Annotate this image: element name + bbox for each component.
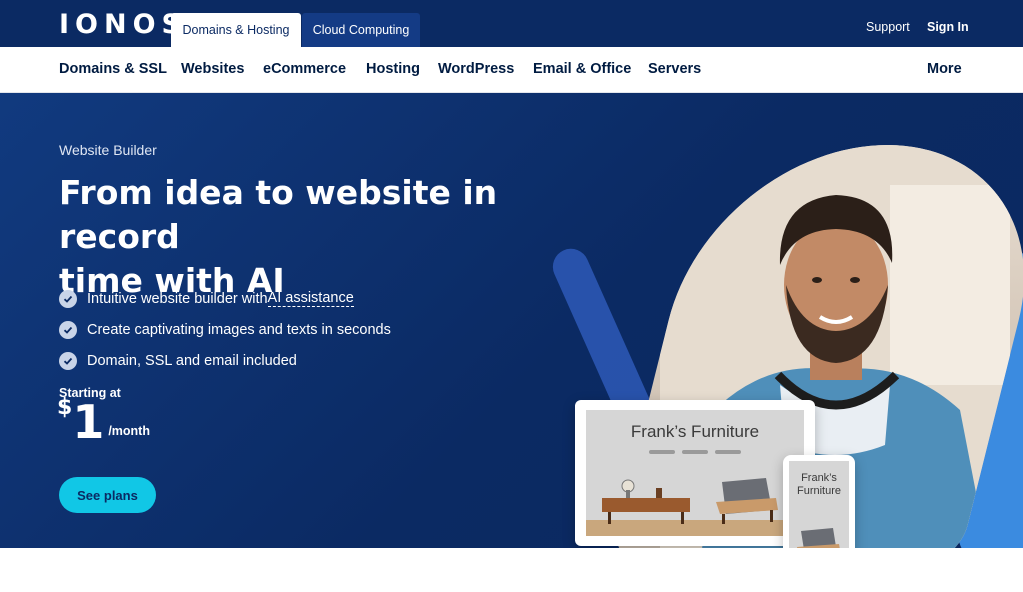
ai-assistance-link[interactable]: AI assistance [267,290,354,307]
feature-text: Create captivating images and texts in s… [87,321,391,338]
check-icon [59,320,77,339]
see-plans-button[interactable]: See plans [59,477,156,513]
tab-domains-hosting[interactable]: Domains & Hosting [171,13,301,47]
feature-item: Domain, SSL and email included [59,345,391,376]
furniture-scene [586,450,804,536]
ionos-logo[interactable]: IONOS [59,9,187,40]
nav-wordpress[interactable]: WordPress [438,61,514,77]
top-bar: IONOS Domains & Hosting Cloud Computing … [0,0,1023,47]
check-icon [59,289,77,308]
feature-text: Domain, SSL and email included [87,352,297,369]
feature-item: Intuitive website builder with AI assist… [59,283,391,314]
phone-screen: Frank’s Furniture [789,461,849,548]
sign-in-link[interactable]: Sign In [927,20,969,34]
price-amount: 1 [72,395,105,449]
laptop-mockup: Frank’s Furniture [575,400,815,546]
price: $ 1 /month [57,395,150,448]
phone-furniture-scene [797,528,840,548]
feature-list: Intuitive website builder with AI assist… [59,283,391,376]
main-nav: Domains & SSL Websites eCommerce Hosting… [0,47,1023,93]
support-link[interactable]: Support [866,20,910,34]
hero-section: Website Builder From idea to website in … [0,93,1023,548]
price-period: /month [108,424,150,438]
nav-servers[interactable]: Servers [648,61,701,77]
headline-line-1: From idea to website in record [59,173,498,256]
nav-domains-ssl[interactable]: Domains & SSL [59,61,167,77]
tab-cloud-computing[interactable]: Cloud Computing [302,13,420,47]
nav-email-office[interactable]: Email & Office [533,61,631,77]
nav-hosting[interactable]: Hosting [366,61,420,77]
price-currency: $ [57,395,73,420]
feature-item: Create captivating images and texts in s… [59,314,391,345]
nav-websites[interactable]: Websites [181,61,244,77]
nav-ecommerce[interactable]: eCommerce [263,61,346,77]
page-bottom [0,548,1023,592]
nav-more[interactable]: More [927,61,962,77]
check-icon [59,351,77,370]
phone-mockup: Frank’s Furniture [783,455,855,548]
feature-text: Intuitive website builder with [87,290,268,307]
hero-eyebrow: Website Builder [59,142,157,158]
laptop-screen: Frank’s Furniture [586,410,804,536]
